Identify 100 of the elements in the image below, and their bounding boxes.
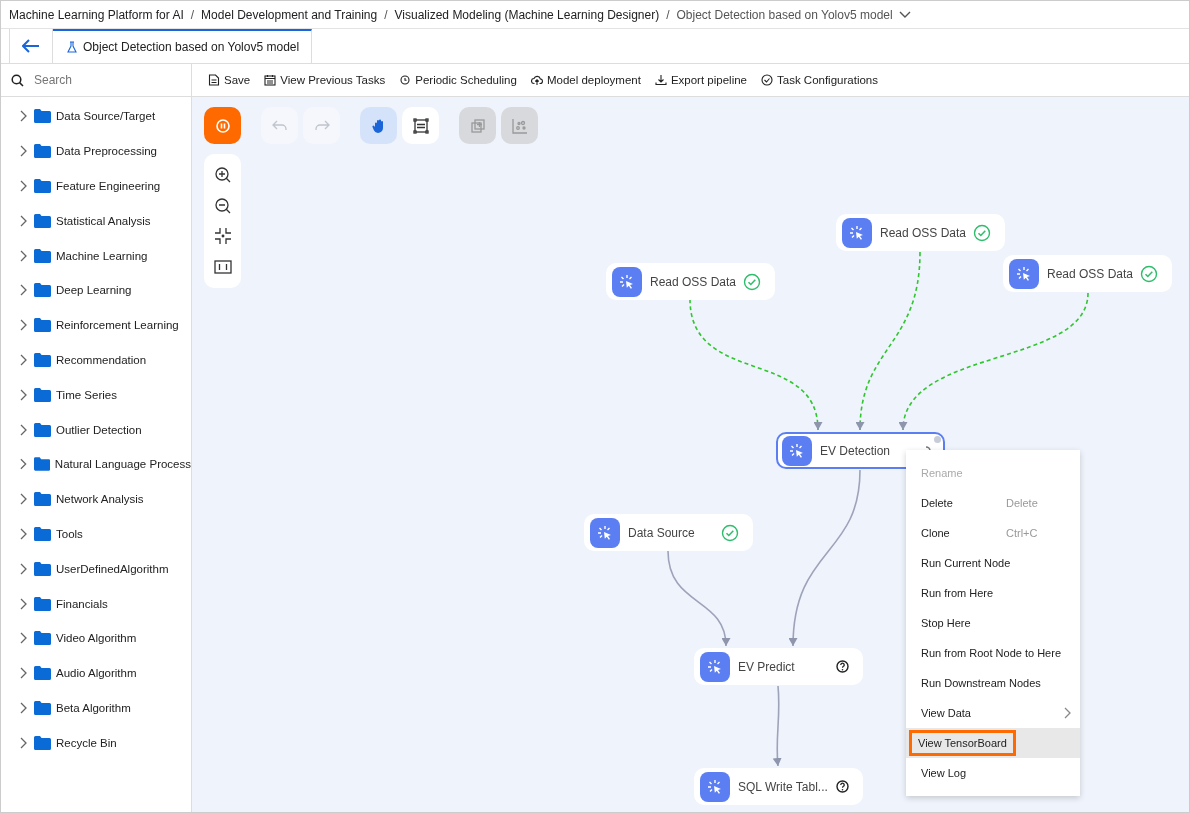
category-item[interactable]: Network Analysis: [1, 481, 191, 517]
document-icon: [208, 74, 220, 86]
clock-icon: [399, 74, 412, 86]
component-icon: [782, 435, 812, 466]
menu-item[interactable]: View TensorBoard: [906, 728, 1080, 758]
breadcrumb-current[interactable]: Object Detection based on Yolov5 model: [676, 7, 911, 22]
menu-item[interactable]: Run Downstream Nodes: [906, 668, 1080, 698]
folder-icon: [34, 109, 51, 124]
category-item[interactable]: Machine Learning: [1, 238, 191, 273]
category-item[interactable]: Video Algorithm: [1, 620, 191, 656]
calendar-icon: [264, 74, 277, 86]
breadcrumb-separator: /: [190, 7, 195, 22]
component-icon: [590, 517, 620, 548]
menu-item[interactable]: Run from Root Node to Here: [906, 638, 1080, 668]
folder-icon: [34, 283, 51, 298]
cloud-upload-icon: [530, 74, 543, 86]
toolbar-button[interactable]: Periodic Scheduling: [399, 74, 517, 86]
folder-icon: [34, 596, 51, 611]
folder-icon: [34, 318, 51, 333]
folder-icon: [34, 352, 51, 367]
pipeline-tab[interactable]: Object Detection based on Yolov5 model: [53, 29, 313, 63]
menu-item[interactable]: View Log: [906, 758, 1080, 788]
hand-button[interactable]: [360, 107, 397, 144]
folder-icon: [34, 666, 51, 681]
shortcut-text: Ctrl+C: [1006, 527, 1038, 539]
toolbar-button[interactable]: Task Configurations: [761, 74, 878, 86]
folder-icon: [34, 700, 51, 715]
port-dot: [934, 436, 941, 443]
frame-select-icon: [411, 116, 430, 135]
pipeline-node[interactable]: Read OSS Data: [836, 214, 1005, 251]
toolbar-button[interactable]: Save: [208, 74, 251, 86]
folder-icon: [34, 631, 51, 646]
fit-view-icon[interactable]: [213, 227, 232, 246]
group-icon: [468, 116, 487, 135]
folder-icon: [34, 387, 51, 402]
folder-icon: [34, 492, 51, 507]
breadcrumb-link[interactable]: Model Development and Training: [201, 7, 378, 22]
category-item[interactable]: Feature Engineering: [1, 168, 191, 204]
toolbar-button[interactable]: Model deployment: [530, 74, 641, 86]
back-button[interactable]: [9, 29, 53, 63]
scatter-plot-icon: [510, 116, 529, 135]
folder-icon: [34, 248, 51, 263]
chevron-down-icon: [898, 10, 911, 19]
menu-item[interactable]: Stop Here: [906, 608, 1080, 638]
folder-icon: [34, 144, 51, 159]
pipeline-node[interactable]: EV Predict: [694, 648, 863, 685]
folder-icon: [34, 422, 51, 437]
actual-size-icon[interactable]: [213, 257, 232, 276]
pause-button[interactable]: [204, 107, 241, 144]
highlight-box: View TensorBoard: [912, 733, 1013, 753]
component-icon: [612, 266, 642, 297]
pipeline-node[interactable]: SQL Write Tabl...: [694, 768, 863, 805]
component-icon: [1009, 258, 1039, 289]
breadcrumb-separator: /: [666, 7, 670, 22]
pipeline-node[interactable]: Data Source: [584, 514, 753, 551]
pipeline-node[interactable]: Read OSS Data: [606, 263, 775, 300]
category-item[interactable]: Audio Algorithm: [1, 655, 191, 691]
zoom-in-icon[interactable]: [213, 166, 232, 185]
toolbar-button[interactable]: View Previous Tasks: [264, 74, 386, 86]
folder-icon: [34, 561, 51, 576]
breadcrumb-link[interactable]: Machine Learning Platform for AI: [9, 7, 184, 22]
category-item[interactable]: Recommendation: [1, 342, 191, 378]
menu-item[interactable]: View Data: [906, 698, 1080, 728]
folder-icon: [34, 735, 51, 750]
pipeline-node[interactable]: Read OSS Data: [1003, 255, 1172, 292]
category-item[interactable]: Data Source/Target: [1, 99, 191, 134]
shortcut-text: Delete: [1006, 497, 1038, 509]
category-item[interactable]: Recycle Bin: [1, 725, 191, 761]
category-item[interactable]: Financials: [1, 586, 191, 621]
category-item[interactable]: Deep Learning: [1, 273, 191, 308]
search-icon: [11, 73, 24, 87]
breadcrumb-link[interactable]: Visualized Modeling (Machine Learning Designer): [394, 7, 660, 22]
folder-icon: [33, 457, 50, 472]
download-icon: [654, 74, 667, 86]
folder-icon: [34, 179, 51, 193]
category-item[interactable]: Statistical Analysis: [1, 203, 191, 239]
component-icon: [700, 771, 730, 802]
search-field[interactable]: Search: [1, 64, 191, 97]
folder-icon: [34, 213, 51, 228]
category-item[interactable]: Outlier Detection: [1, 412, 191, 447]
category-item[interactable]: Time Series: [1, 377, 191, 413]
zoom-out-icon[interactable]: [213, 196, 232, 215]
menu-item[interactable]: Run Current Node: [906, 548, 1080, 578]
folder-icon: [34, 526, 51, 541]
menu-item[interactable]: Clone Ctrl+C: [906, 518, 1080, 548]
check-circle-icon: [761, 74, 773, 86]
frame-button[interactable]: [402, 107, 439, 144]
component-icon: [842, 217, 872, 248]
menu-item[interactable]: Delete Delete: [906, 488, 1080, 518]
category-item[interactable]: Beta Algorithm: [1, 690, 191, 726]
breadcrumb-separator: /: [384, 7, 388, 22]
category-item[interactable]: UserDefinedAlgorithm: [1, 551, 191, 587]
component-icon: [700, 651, 730, 682]
category-item[interactable]: Tools: [1, 516, 191, 552]
category-item[interactable]: Reinforcement Learning: [1, 307, 191, 343]
category-item[interactable]: Data Preprocessing: [1, 133, 191, 169]
menu-item[interactable]: Run from Here: [906, 578, 1080, 608]
flask-icon: [67, 41, 77, 53]
category-item[interactable]: Natural Language Process: [1, 446, 191, 482]
toolbar-button[interactable]: Export pipeline: [654, 74, 747, 86]
